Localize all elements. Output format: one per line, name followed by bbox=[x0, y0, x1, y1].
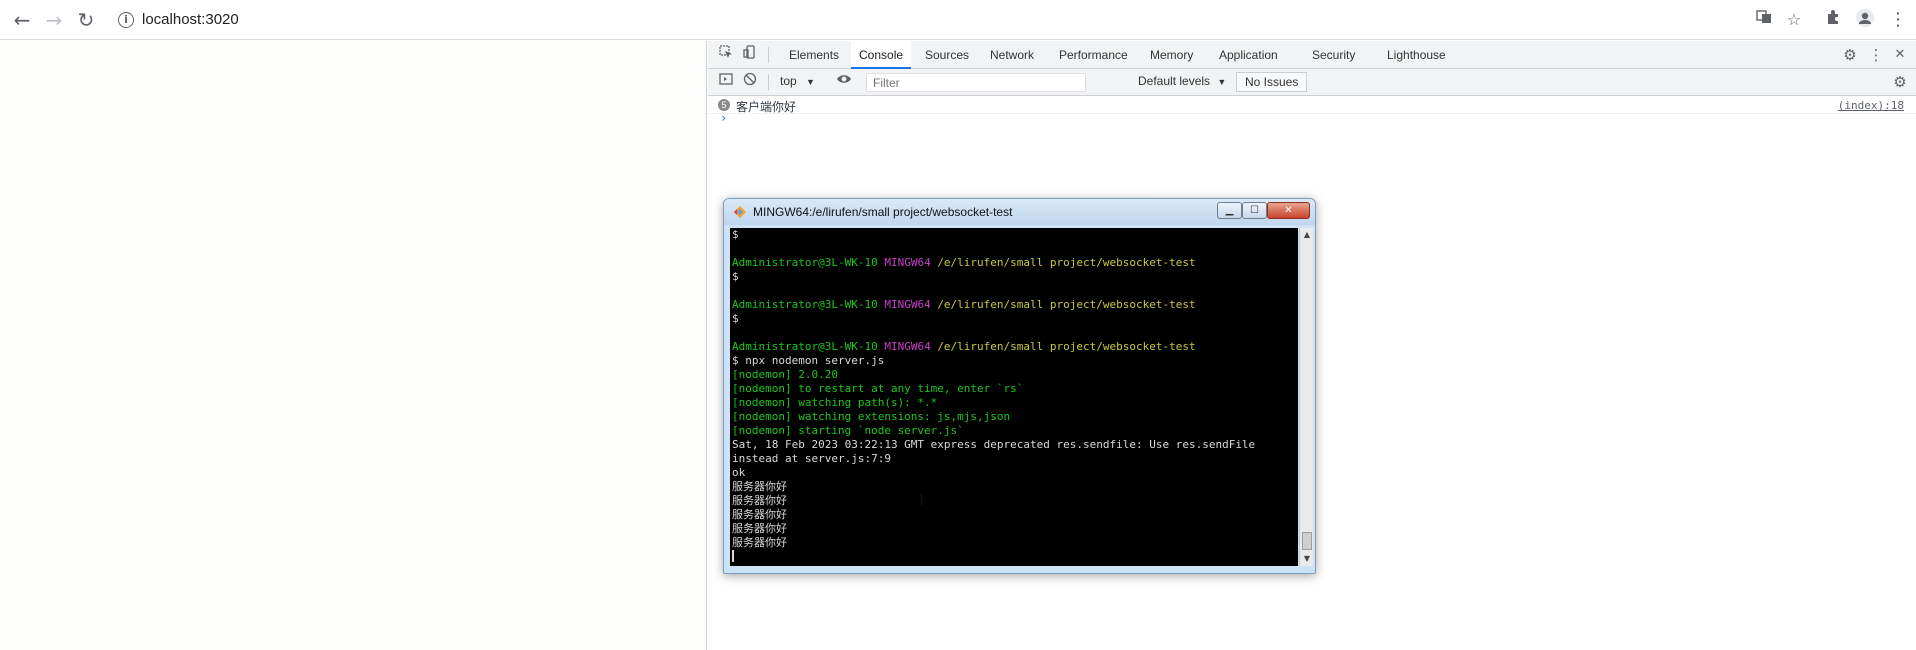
inspect-element-icon[interactable] bbox=[716, 45, 736, 65]
bookmark-star-icon[interactable]: ☆ bbox=[1782, 8, 1806, 32]
console-message-source-link[interactable]: (index):18 bbox=[1838, 99, 1904, 112]
terminal-line: 服务器你好 bbox=[732, 508, 787, 521]
tab-console[interactable]: Console bbox=[851, 41, 912, 69]
log-levels-label: Default levels bbox=[1138, 74, 1211, 88]
terminal-line: [nodemon] to restart at any time, enter … bbox=[732, 382, 1024, 395]
context-select-value: top bbox=[780, 74, 797, 88]
maximize-window-button[interactable]: ☐ bbox=[1242, 202, 1267, 219]
devtools-menu-icon[interactable]: ⋮ bbox=[1866, 45, 1886, 65]
console-prompt[interactable]: › bbox=[720, 111, 727, 125]
url-text[interactable]: localhost:3020 bbox=[142, 11, 239, 28]
terminal-command-line: $ npx nodemon server.js bbox=[732, 354, 885, 367]
issues-button[interactable]: No Issues bbox=[1236, 72, 1308, 92]
prompt-shell: MINGW64 bbox=[884, 256, 931, 269]
close-window-button[interactable]: ✕ bbox=[1267, 202, 1310, 219]
terminal-line: 服务器你好 bbox=[732, 522, 787, 535]
terminal-output[interactable]: $ Administrator@3L-WK-10 MINGW64 /e/liru… bbox=[730, 228, 1298, 566]
toolbar-divider bbox=[768, 74, 769, 90]
device-toolbar-icon[interactable] bbox=[740, 45, 760, 65]
chevron-down-icon: ▼ bbox=[806, 77, 815, 87]
terminal-line: [nodemon] watching path(s): *.* bbox=[732, 396, 938, 409]
extensions-icon[interactable] bbox=[1822, 8, 1846, 32]
terminal-prompt-line: Administrator@3L-WK-10 MINGW64 /e/lirufe… bbox=[732, 298, 1296, 312]
devtools-tab-bar: Elements Console Sources Network Perform… bbox=[708, 41, 1916, 69]
tab-memory[interactable]: Memory bbox=[1142, 41, 1201, 69]
terminal-line: $ bbox=[732, 228, 739, 241]
prompt-user: Administrator@3L-WK-10 bbox=[732, 340, 878, 353]
minimize-window-button[interactable]: ▁ bbox=[1217, 202, 1242, 219]
prompt-shell: MINGW64 bbox=[884, 298, 931, 311]
tab-security[interactable]: Security bbox=[1304, 41, 1363, 69]
prompt-path: /e/lirufen/small project/websocket-test bbox=[937, 256, 1196, 269]
browser-menu-icon[interactable]: ⋮ bbox=[1886, 8, 1910, 32]
tab-lighthouse[interactable]: Lighthouse bbox=[1379, 41, 1454, 69]
close-devtools-icon[interactable]: ✕ bbox=[1890, 45, 1910, 65]
terminal-cursor-line bbox=[732, 550, 1296, 564]
page-viewport bbox=[0, 41, 707, 650]
translate-icon[interactable] bbox=[1752, 8, 1776, 32]
tab-sources[interactable]: Sources bbox=[917, 41, 977, 69]
console-message: 5 客户端你好 (index):18 bbox=[708, 96, 1916, 114]
console-message-text: 客户端你好 bbox=[736, 100, 797, 114]
terminal-line: ok bbox=[732, 466, 746, 479]
prompt-user: Administrator@3L-WK-10 bbox=[732, 298, 878, 311]
terminal-line: $ bbox=[732, 312, 739, 325]
terminal-prompt-line: Administrator@3L-WK-10 MINGW64 /e/lirufe… bbox=[732, 340, 1296, 354]
terminal-line: $ bbox=[732, 270, 739, 283]
context-select[interactable]: top ▼ bbox=[780, 74, 815, 88]
tab-network[interactable]: Network bbox=[982, 41, 1042, 69]
terminal-line: [nodemon] watching extensions: js,mjs,js… bbox=[732, 410, 1011, 423]
site-info-icon[interactable]: i bbox=[118, 12, 134, 28]
tab-elements[interactable]: Elements bbox=[781, 41, 847, 69]
terminal-title-bar[interactable]: MINGW64:/e/lirufen/small project/websock… bbox=[724, 199, 1315, 225]
scrollbar-thumb[interactable] bbox=[1302, 532, 1312, 550]
toolbar-divider bbox=[768, 47, 769, 63]
toggle-sidebar-icon[interactable] bbox=[716, 72, 736, 92]
profile-avatar-icon[interactable] bbox=[1853, 8, 1877, 32]
terminal-window: MINGW64:/e/lirufen/small project/websock… bbox=[723, 198, 1316, 574]
chevron-down-icon: ▼ bbox=[1217, 77, 1227, 87]
clear-console-icon[interactable] bbox=[740, 72, 760, 92]
git-bash-logo-icon bbox=[733, 205, 747, 219]
tab-application[interactable]: Application bbox=[1211, 41, 1286, 69]
terminal-scrollbar[interactable]: ▲ ▼ bbox=[1299, 228, 1313, 566]
terminal-line: 服务器你好 bbox=[732, 536, 787, 549]
browser-toolbar: ← → ↻ i localhost:3020 ☆ ⋮ bbox=[0, 0, 1916, 40]
console-settings-gear-icon[interactable]: ⚙ bbox=[1890, 72, 1910, 92]
scroll-up-arrow-icon[interactable]: ▲ bbox=[1300, 228, 1314, 242]
terminal-cursor bbox=[732, 550, 734, 562]
tab-performance[interactable]: Performance bbox=[1051, 41, 1136, 69]
terminal-line: 服务器你好 bbox=[732, 480, 787, 493]
message-repeat-count-badge: 5 bbox=[718, 99, 730, 111]
console-filter-bar: top ▼ Filter Default levels ▼ No Issues … bbox=[708, 69, 1916, 96]
prompt-user: Administrator@3L-WK-10 bbox=[732, 256, 878, 269]
prompt-path: /e/lirufen/small project/websocket-test bbox=[937, 340, 1196, 353]
terminal-line: [nodemon] 2.0.20 bbox=[732, 368, 838, 381]
console-filter-input[interactable]: Filter bbox=[866, 73, 1086, 92]
log-levels-dropdown[interactable]: Default levels ▼ bbox=[1138, 74, 1226, 88]
back-icon[interactable]: ← bbox=[8, 6, 36, 34]
address-bar[interactable]: i localhost:3020 bbox=[110, 6, 1690, 34]
terminal-prompt-line: Administrator@3L-WK-10 MINGW64 /e/lirufe… bbox=[732, 256, 1296, 270]
prompt-shell: MINGW64 bbox=[884, 340, 931, 353]
reload-icon[interactable]: ↻ bbox=[72, 6, 100, 34]
live-expression-eye-icon[interactable] bbox=[834, 72, 854, 92]
scroll-down-arrow-icon[interactable]: ▼ bbox=[1300, 552, 1314, 566]
prompt-path: /e/lirufen/small project/websocket-test bbox=[937, 298, 1196, 311]
forward-icon[interactable]: → bbox=[40, 6, 68, 34]
terminal-line: Sat, 18 Feb 2023 03:22:13 GMT express de… bbox=[732, 438, 1256, 451]
terminal-line: 服务器你好 bbox=[732, 494, 787, 507]
terminal-line: instead at server.js:7:9 bbox=[732, 452, 891, 465]
terminal-line: [nodemon] starting `node server.js` bbox=[732, 424, 964, 437]
text-cursor-ibeam-icon: I bbox=[919, 490, 924, 509]
terminal-title: MINGW64:/e/lirufen/small project/websock… bbox=[753, 205, 1013, 219]
settings-gear-icon[interactable]: ⚙ bbox=[1840, 45, 1860, 65]
